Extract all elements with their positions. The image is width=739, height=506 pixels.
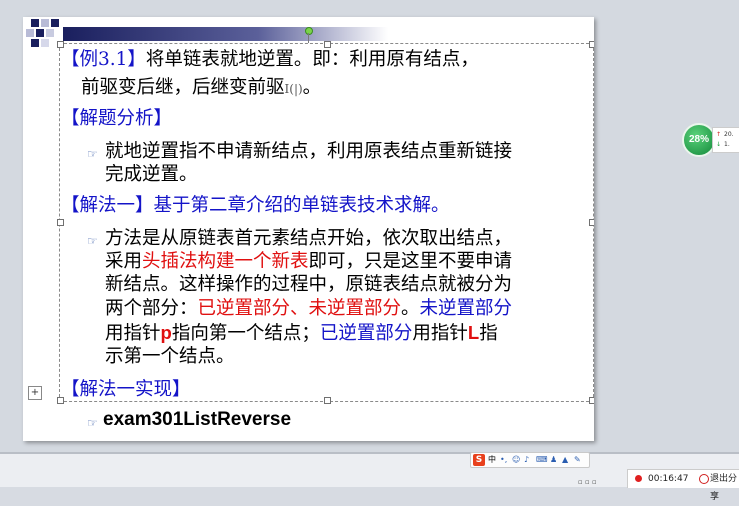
- para2-l5-blue: 已逆置部分: [319, 323, 413, 344]
- example-text-1: 将单链表就地逆置。即：利用原有结点，: [145, 49, 479, 70]
- emoji-icon[interactable]: ☺: [512, 453, 520, 467]
- example-line-1: 【例3.1】将单链表就地逆置。即：利用原有结点，: [61, 49, 479, 71]
- para2-l5-c: 指向第一个结点；: [171, 323, 320, 344]
- section-heading-analysis: 【解题分析】: [61, 108, 173, 129]
- resize-handle-br[interactable]: [589, 397, 594, 404]
- download-arrow-icon: ↓: [716, 141, 722, 148]
- para2-line6: 示第一个结点。: [105, 346, 235, 367]
- code-name: exam301ListReverse: [103, 409, 292, 430]
- resize-handle-b[interactable]: [324, 397, 331, 404]
- recording-bar: 00:16:47 退出分享: [627, 469, 739, 502]
- para2-l2-a: 采用: [105, 251, 143, 272]
- resize-handle-tl[interactable]: [57, 41, 64, 48]
- upload-arrow-icon: ↑: [716, 131, 722, 138]
- para2-l4-blue: 未逆置部分: [419, 298, 513, 319]
- network-speed-widget[interactable]: 28% ↑ 20. ↓ 1.: [682, 123, 739, 157]
- resize-handle-l[interactable]: [57, 219, 64, 226]
- exit-share-button[interactable]: 退出分享: [710, 470, 739, 506]
- recording-time: 00:16:47: [648, 474, 689, 484]
- para2-line4: 两个部分：已逆置部分、未逆置部分。未逆置部分: [105, 298, 512, 320]
- para2-l5-a: 用指针: [105, 323, 161, 344]
- tools-icon[interactable]: ✎: [574, 453, 581, 467]
- bullet-icon: ☞: [87, 234, 98, 248]
- skin-icon[interactable]: ▲: [562, 453, 568, 467]
- expand-icon[interactable]: +: [28, 386, 42, 400]
- section-heading-method1: 【解法一】基于第二章介绍的单链表技术求解。: [61, 195, 450, 216]
- network-speed-panel: ↑ 20. ↓ 1.: [712, 127, 739, 153]
- pointer-p: p: [160, 322, 172, 343]
- resize-handle-t[interactable]: [324, 41, 331, 48]
- example-text-2-tail: 。: [302, 77, 322, 98]
- resize-handle-r[interactable]: [589, 219, 594, 226]
- rotate-handle-line: [308, 33, 309, 43]
- para1-line2: 完成逆置。: [105, 164, 198, 185]
- para2-l5-g: 指: [479, 323, 498, 344]
- para2-l2-highlight: 头插法构建一个新表: [142, 251, 309, 272]
- para2-line5: 用指针p指向第一个结点；已逆置部分用指针L指: [105, 322, 498, 345]
- rotate-handle[interactable]: [305, 27, 313, 35]
- para2-l2-c: 即可，只是这里不要申请: [308, 251, 513, 272]
- power-icon[interactable]: [699, 474, 709, 484]
- ime-language[interactable]: 中: [488, 453, 496, 467]
- para2-line1: 方法是从原链表首元素结点开始，依次取出结点，: [105, 228, 513, 249]
- slide[interactable]: 【例3.1】将单链表就地逆置。即：利用原有结点， 前驱变后继，后继变前驱I(|)…: [23, 17, 594, 441]
- para1-line1: 就地逆置指不申请新结点，利用原表结点重新链接: [105, 141, 513, 162]
- example-text-2: 前驱变后继，后继变前驱: [81, 77, 285, 98]
- user-icon[interactable]: ♟: [550, 453, 557, 467]
- keyboard-icon[interactable]: ⌨: [536, 453, 548, 467]
- para2-l5-e: 用指针: [412, 323, 468, 344]
- punctuation-icon[interactable]: •,: [500, 453, 507, 467]
- para2-l4-a: 两个部分：: [105, 298, 198, 319]
- para2-line3: 新结点。这样操作的过程中，原链表结点就被分为: [105, 274, 513, 295]
- ime-logo[interactable]: S: [473, 454, 485, 466]
- para2-line2: 采用头插法构建一个新表即可，只是这里不要申请: [105, 251, 512, 273]
- text-cursor-icon: I(|): [284, 82, 303, 96]
- example-line-2: 前驱变后继，后继变前驱I(|)。: [81, 77, 321, 100]
- para2-l4-highlight: 已逆置部分、未逆置部分: [197, 298, 402, 319]
- title-gradient-bar: [63, 27, 388, 41]
- section-heading-impl: 【解法一实现】: [61, 379, 191, 400]
- bullet-icon: ☞: [87, 416, 98, 430]
- status-glyphs: ▫ ▫ ▫: [578, 478, 597, 486]
- resize-handle-tr[interactable]: [589, 41, 594, 48]
- pointer-L: L: [467, 322, 480, 343]
- example-tag: 【例3.1】: [61, 49, 146, 70]
- record-dot-icon: [635, 475, 642, 482]
- upload-value: 20.: [724, 131, 734, 138]
- download-value: 1.: [724, 141, 730, 148]
- voice-icon[interactable]: ♪: [524, 453, 529, 467]
- bullet-icon: ☞: [87, 147, 98, 161]
- network-percent-badge[interactable]: 28%: [682, 123, 716, 157]
- para2-l4-c: 。: [401, 298, 420, 319]
- ime-toolbar[interactable]: S 中 •, ☺ ♪ ⌨ ♟ ▲ ✎: [470, 452, 590, 468]
